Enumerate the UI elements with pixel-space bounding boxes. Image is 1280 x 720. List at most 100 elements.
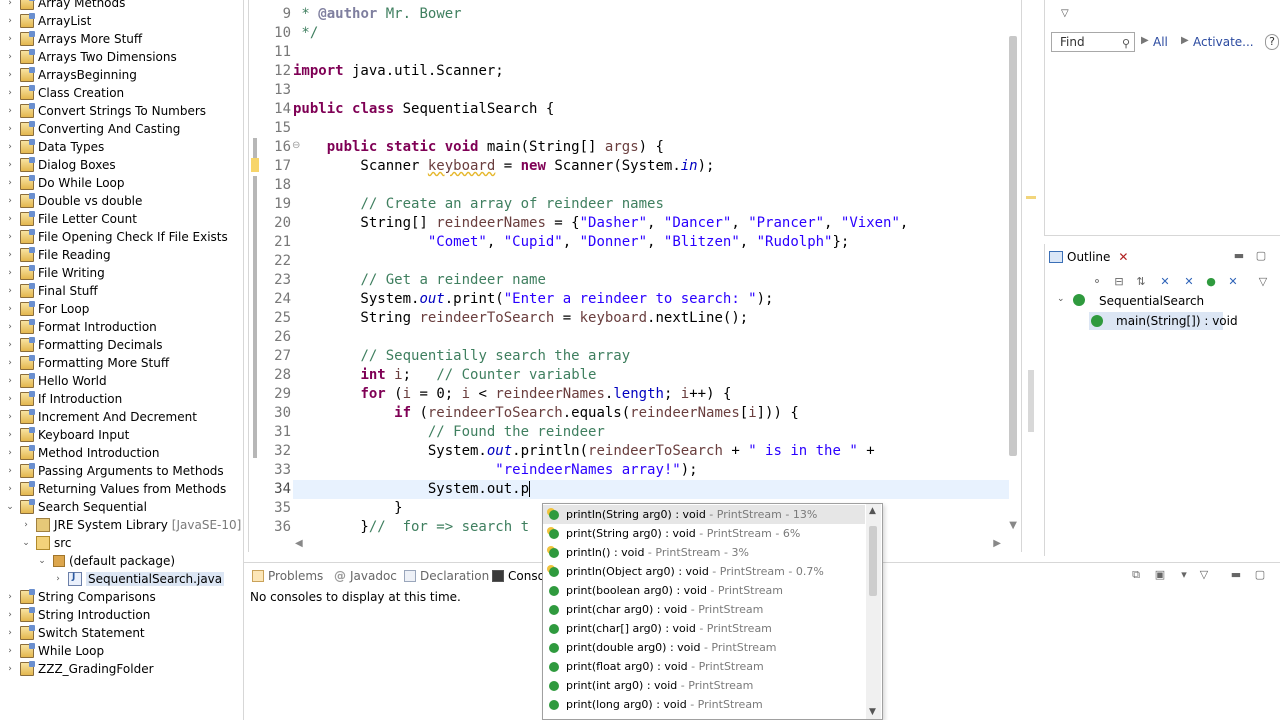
tree-item[interactable]: › Class Creation	[0, 84, 243, 102]
chevron-down-icon[interactable]: ⌄	[4, 502, 16, 512]
chevron-right-icon[interactable]: ›	[4, 16, 16, 26]
chevron-down-icon[interactable]: ⌄	[1057, 294, 1065, 304]
view-menu-icon[interactable]: ▽	[1198, 569, 1210, 581]
hide-local-types-icon[interactable]: ●	[1205, 276, 1217, 288]
code-line[interactable]: String[] reindeerNames = {"Dasher", "Dan…	[293, 214, 1009, 233]
editor-vertical-scrollbar[interactable]	[1009, 36, 1017, 456]
tab-declaration[interactable]: Declaration	[404, 565, 489, 587]
all-link[interactable]: All	[1153, 35, 1168, 49]
code-editor[interactable]: 9 10 11 12 13 14 15 16 17 18 19 20 21 22 23 24 25 26 27 28 2…	[248, 0, 1022, 552]
proposal-item[interactable]: print(float arg0) : void - PrintStream	[543, 657, 865, 676]
tree-item[interactable]: › Arrays Two Dimensions	[0, 48, 243, 66]
chevron-right-icon[interactable]: ›	[4, 268, 16, 278]
chevron-right-icon[interactable]: ›	[4, 232, 16, 242]
chevron-right-icon[interactable]: ›	[4, 484, 16, 494]
code-line[interactable]	[293, 81, 1009, 100]
tree-item[interactable]: › If Introduction	[0, 390, 243, 408]
proposal-item[interactable]: println(String arg0) : void - PrintStrea…	[543, 505, 865, 524]
chevron-right-icon[interactable]: ›	[4, 448, 16, 458]
tab-javadoc[interactable]: @ Javadoc	[334, 565, 397, 587]
proposal-item[interactable]: print(char arg0) : void - PrintStream	[543, 600, 865, 619]
tab-console[interactable]: Conso	[492, 565, 545, 587]
chevron-right-icon[interactable]: ›	[4, 376, 16, 386]
open-console-icon[interactable]: ▣	[1154, 569, 1166, 581]
view-menu-icon[interactable]: ▽	[1061, 8, 1069, 19]
code-line[interactable]: // Get a reindeer name	[293, 271, 1009, 290]
proposal-item[interactable]: print(long arg0) : void - PrintStream	[543, 695, 865, 714]
outline-class-name[interactable]: SequentialSearch	[1099, 294, 1204, 308]
chevron-right-icon[interactable]: ›	[4, 124, 16, 134]
hide-static-icon[interactable]: ✕	[1159, 276, 1171, 288]
chevron-right-icon[interactable]: ›	[4, 322, 16, 332]
code-line[interactable]: "reindeerNames array!");	[293, 461, 1009, 480]
maximize-icon[interactable]: ▢	[1254, 569, 1266, 581]
chevron-right-icon[interactable]: ›	[4, 304, 16, 314]
code-line[interactable]: System.out.p	[293, 480, 1009, 499]
chevron-right-icon[interactable]: ›	[20, 520, 32, 530]
code-line[interactable]: import java.util.Scanner;	[293, 62, 1009, 81]
code-line[interactable]: * @author Mr. Bower	[293, 5, 1009, 24]
proposal-item[interactable]: println(Object arg0) : void - PrintStrea…	[543, 562, 865, 581]
chevron-right-icon[interactable]: ›	[4, 88, 16, 98]
tree-item[interactable]: › Switch Statement	[0, 624, 243, 642]
collapse-all-icon[interactable]: ⊟	[1113, 276, 1125, 288]
code-line[interactable]	[293, 119, 1009, 138]
chevron-right-icon[interactable]: ›	[4, 0, 16, 8]
tree-item[interactable]: › ZZZ_GradingFolder	[0, 660, 243, 678]
code-line[interactable]: String reindeerToSearch = keyboard.nextL…	[293, 309, 1009, 328]
hide-non-public-icon[interactable]: ✕	[1183, 276, 1195, 288]
hide-fields-icon[interactable]: ⚬	[1091, 276, 1103, 288]
tab-outline[interactable]: Outline ✕	[1049, 246, 1128, 268]
tree-item[interactable]: › Keyboard Input	[0, 426, 243, 444]
proposal-item[interactable]: print(boolean arg0) : void - PrintStream	[543, 581, 865, 600]
tree-item[interactable]: › Increment And Decrement	[0, 408, 243, 426]
tree-item[interactable]: › Dialog Boxes	[0, 156, 243, 174]
link-editor-icon[interactable]: ✕	[1227, 276, 1239, 288]
code-line[interactable]: Scanner keyboard = new Scanner(System.in…	[293, 157, 1009, 176]
chevron-right-icon[interactable]: ›	[4, 430, 16, 440]
code-line[interactable]	[293, 328, 1009, 347]
code-line[interactable]: int i; // Counter variable	[293, 366, 1009, 385]
tree-item[interactable]: › File Reading	[0, 246, 243, 264]
chevron-right-icon[interactable]: ›	[4, 646, 16, 656]
chevron-right-icon[interactable]: ›	[4, 412, 16, 422]
tree-item[interactable]: ⌄ (default package)	[0, 552, 243, 570]
proposal-item[interactable]: println() : void - PrintStream - 3%	[543, 543, 865, 562]
chevron-right-icon[interactable]: ›	[4, 106, 16, 116]
tree-item[interactable]: › Convert Strings To Numbers	[0, 102, 243, 120]
chevron-right-icon[interactable]: ›	[4, 358, 16, 368]
close-icon[interactable]: ✕	[1118, 250, 1128, 264]
activate-link[interactable]: Activate...	[1193, 35, 1254, 49]
chevron-right-icon[interactable]: ›	[4, 610, 16, 620]
tree-item[interactable]: › Data Types	[0, 138, 243, 156]
code-line[interactable]: */	[293, 24, 1009, 43]
tree-item[interactable]: › Format Introduction	[0, 318, 243, 336]
proposal-scroll-thumb[interactable]	[869, 526, 877, 596]
scroll-up-icon[interactable]: ▲	[869, 506, 876, 516]
chevron-right-icon[interactable]: ›	[4, 214, 16, 224]
outline-method-label[interactable]: main(String[]) : void	[1116, 314, 1238, 328]
proposal-item[interactable]: print(double arg0) : void - PrintStream	[543, 638, 865, 657]
content-assist-popup[interactable]: println(String arg0) : void - PrintStrea…	[542, 503, 883, 720]
tree-item[interactable]: › While Loop	[0, 642, 243, 660]
chevron-right-icon[interactable]: ›	[4, 286, 16, 296]
view-menu-icon[interactable]: ▽	[1257, 276, 1269, 288]
chevron-right-icon[interactable]: ›	[4, 34, 16, 44]
chevron-right-icon[interactable]: ›	[4, 52, 16, 62]
scroll-right-icon[interactable]: ▶	[993, 538, 1001, 549]
code-line[interactable]: // Found the reindeer	[293, 423, 1009, 442]
tree-item[interactable]: › Returning Values from Methods	[0, 480, 243, 498]
chevron-right-icon[interactable]: ›	[4, 142, 16, 152]
code-line[interactable]	[293, 43, 1009, 62]
tree-item[interactable]: ⌄ Search Sequential	[0, 498, 243, 516]
code-line[interactable]	[293, 176, 1009, 195]
find-input[interactable]: Find ⚲	[1051, 32, 1135, 52]
chevron-right-icon[interactable]: ›	[4, 628, 16, 638]
proposal-item[interactable]: print(String arg0) : void - PrintStream …	[543, 524, 865, 543]
code-line[interactable]: // Create an array of reindeer names	[293, 195, 1009, 214]
code-line[interactable]: // Sequentially search the array	[293, 347, 1009, 366]
chevron-right-icon[interactable]: ›	[4, 592, 16, 602]
proposal-item[interactable]: print(int arg0) : void - PrintStream	[543, 676, 865, 695]
scroll-left-icon[interactable]: ◀	[295, 538, 303, 549]
tree-item[interactable]: › Formatting Decimals	[0, 336, 243, 354]
